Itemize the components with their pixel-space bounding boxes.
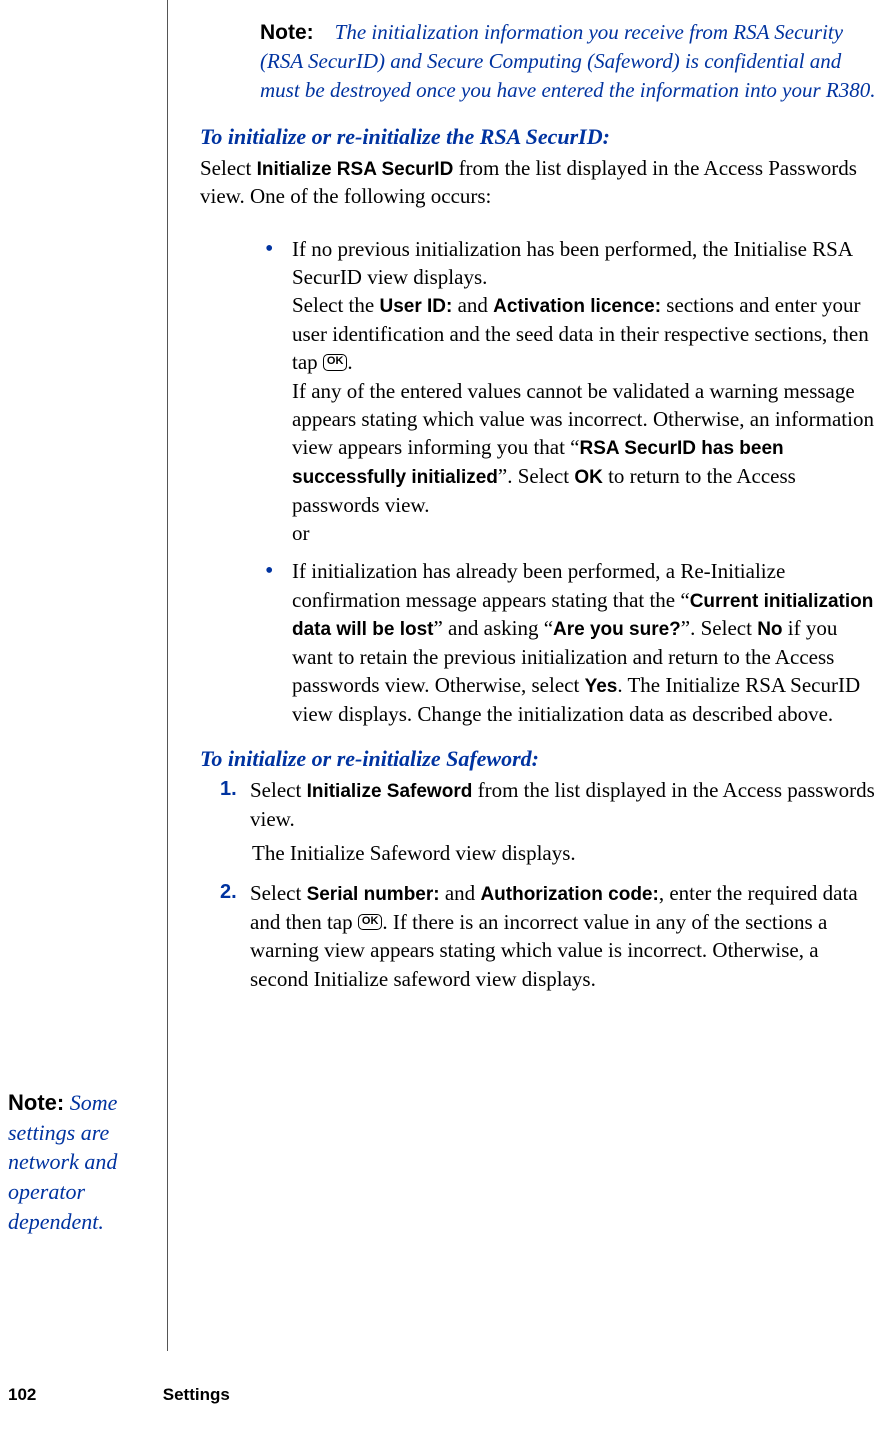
page-footer: 102 Settings <box>8 1384 230 1407</box>
bullet-text: ”. Select <box>498 464 574 488</box>
step-subtext: The Initialize Safeword view displays. <box>252 839 880 867</box>
numbered-item: 1. Select Initialize Safeword from the l… <box>220 776 880 867</box>
numbered-item: 2. Select Serial number: and Authorizati… <box>220 879 880 993</box>
step-number: 1. <box>220 776 237 803</box>
bullet-text: . <box>347 350 352 374</box>
heading-safeword: To initialize or re-initialize Safeword: <box>200 744 880 774</box>
margin-note-label: Note: <box>8 1090 64 1115</box>
bullet-bold: Activation licence: <box>493 296 661 317</box>
note-body: The initialization information you recei… <box>260 20 875 102</box>
intro-bold: Initialize RSA SecurID <box>257 159 454 180</box>
page-number: 102 <box>8 1384 158 1407</box>
heading-rsa: To initialize or re-initialize the RSA S… <box>200 122 880 152</box>
bullet-text: Select the <box>292 293 379 317</box>
bullet-text: ”. Select <box>681 616 757 640</box>
numbered-list: 1. Select Initialize Safeword from the l… <box>220 776 880 993</box>
ok-icon: OK <box>323 354 348 370</box>
intro-text-a: Select <box>200 156 257 180</box>
step-bold: Authorization code: <box>480 884 658 905</box>
bullet-text: and <box>452 293 493 317</box>
bullet-text: If no previous initialization has been p… <box>292 237 852 289</box>
bullet-bold: OK <box>574 467 603 488</box>
manual-page: Note: Some settings are network and oper… <box>0 0 890 1439</box>
bullet-text: ” and asking “ <box>433 616 553 640</box>
step-text: Select <box>250 881 307 905</box>
ok-icon: OK <box>358 914 383 930</box>
intro-rsa: Select Initialize RSA SecurID from the l… <box>200 154 880 211</box>
bullet-bold: No <box>757 619 782 640</box>
bullet-bold: User ID: <box>379 296 452 317</box>
bullet-list: If no previous initialization has been p… <box>260 235 880 729</box>
vertical-rule <box>167 0 168 1351</box>
bullet-item: If no previous initialization has been p… <box>260 235 880 548</box>
section-title: Settings <box>163 1385 230 1404</box>
step-text: Select <box>250 778 307 802</box>
step-number: 2. <box>220 879 237 906</box>
note-label: Note: <box>260 21 314 44</box>
bullet-text: or <box>292 521 310 545</box>
bullet-item: If initialization has already been perfo… <box>260 557 880 728</box>
note-block: Note: The initialization information you… <box>260 18 880 104</box>
step-bold: Initialize Safeword <box>307 781 473 802</box>
main-column: Note: The initialization information you… <box>200 18 880 993</box>
bullet-bold: Are you sure? <box>553 619 681 640</box>
bullet-bold: Yes <box>585 676 618 697</box>
step-text: and <box>440 881 481 905</box>
step-bold: Serial number: <box>307 884 440 905</box>
margin-note: Note: Some settings are network and oper… <box>8 1088 158 1236</box>
